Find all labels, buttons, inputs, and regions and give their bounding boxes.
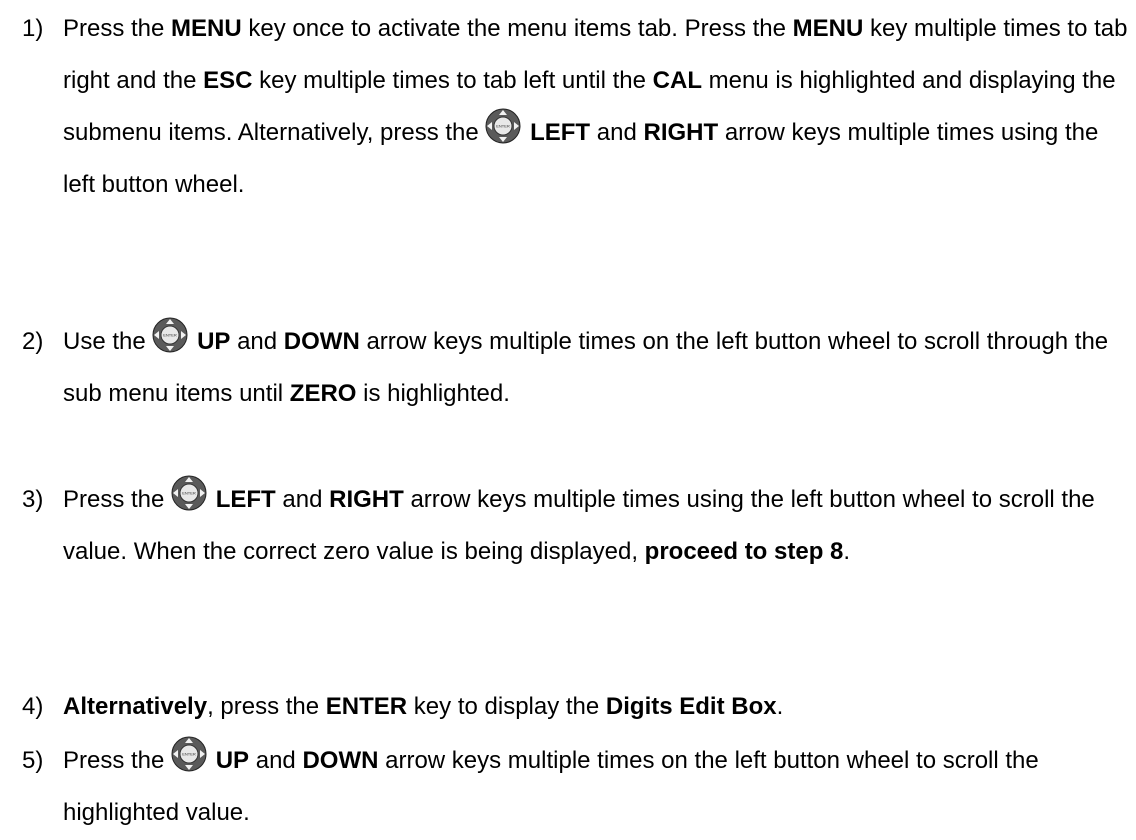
step-text-fragment: Press the <box>63 486 172 513</box>
step-3: 3) Press the ENTER LEFT and RIGHT arrow … <box>22 474 1132 578</box>
bold-term: LEFT <box>530 119 591 146</box>
step-text-fragment <box>209 486 216 513</box>
bold-term: UP <box>197 328 231 355</box>
bold-term: ZERO <box>289 380 357 407</box>
step-text-fragment: , press the <box>207 693 326 720</box>
step-2: 2) Use the ENTER UP and DOWN arrow keys … <box>22 316 1132 420</box>
bold-term: MENU <box>171 15 242 42</box>
step-text-fragment: Use the <box>63 328 153 355</box>
step-text-fragment: and <box>590 119 644 146</box>
bold-term: DOWN <box>283 328 360 355</box>
step-text: Alternatively, press the ENTER key to di… <box>63 681 1132 733</box>
button-wheel-icon: ENTER <box>171 475 207 511</box>
step-text-fragment: and <box>230 328 284 355</box>
step-text-fragment: key to display the <box>407 693 606 720</box>
button-wheel-icon: ENTER <box>152 317 188 353</box>
button-wheel-icon: ENTER <box>171 736 207 772</box>
step-4: 4) Alternatively, press the ENTER key to… <box>22 681 1132 733</box>
step-1: 1) Press the MENU key once to activate t… <box>22 3 1132 211</box>
svg-text:ENTER: ENTER <box>182 491 196 496</box>
bold-term: RIGHT <box>329 486 404 513</box>
step-text-fragment: Press the <box>63 15 172 42</box>
bold-term: UP <box>215 747 250 774</box>
button-wheel-icon: ENTER <box>485 108 521 144</box>
bold-term: DOWN <box>302 747 379 774</box>
step-number: 4) <box>22 693 44 720</box>
step-text-fragment: and <box>275 486 330 513</box>
step-number: 5) <box>22 747 44 774</box>
step-text: Press the ENTER LEFT and RIGHT arrow key… <box>63 474 1132 578</box>
step-text: Press the MENU key once to activate the … <box>63 3 1132 211</box>
bold-term: CAL <box>652 67 702 94</box>
bold-term: LEFT <box>215 486 276 513</box>
step-text-fragment <box>209 747 216 774</box>
bold-term: ENTER <box>325 693 408 720</box>
step-text-fragment: and <box>249 747 303 774</box>
bold-term: Digits Edit Box <box>605 693 777 720</box>
step-text-fragment: Press the <box>63 747 172 774</box>
step-text-fragment: Alternatively, press the <box>237 119 486 146</box>
svg-text:ENTER: ENTER <box>182 752 196 757</box>
bold-term: Alternatively <box>63 693 208 720</box>
step-text: Use the ENTER UP and DOWN arrow keys mul… <box>63 316 1132 420</box>
step-text-fragment: key multiple times to tab left until the <box>252 67 653 94</box>
step-text-fragment: . <box>776 693 784 720</box>
svg-text:ENTER: ENTER <box>497 124 511 129</box>
step-number: 2) <box>22 328 44 355</box>
step-text-fragment: . <box>843 538 851 565</box>
step-text: Press the ENTER UP and DOWN arrow keys m… <box>63 735 1132 839</box>
step-5: 5) Press the ENTER UP and DOWN arrow key… <box>22 735 1132 839</box>
svg-text:ENTER: ENTER <box>164 333 178 338</box>
step-number: 3) <box>22 486 44 513</box>
step-number: 1) <box>22 15 44 42</box>
bold-term: RIGHT <box>643 119 719 146</box>
step-text-fragment: key once to activate the menu items tab.… <box>241 15 793 42</box>
step-text-fragment: is highlighted. <box>356 380 510 407</box>
instruction-document: 1) Press the MENU key once to activate t… <box>0 0 1136 840</box>
bold-term: ESC <box>203 67 253 94</box>
bold-term: MENU <box>792 15 864 42</box>
bold-term: proceed to step 8 <box>644 538 844 565</box>
